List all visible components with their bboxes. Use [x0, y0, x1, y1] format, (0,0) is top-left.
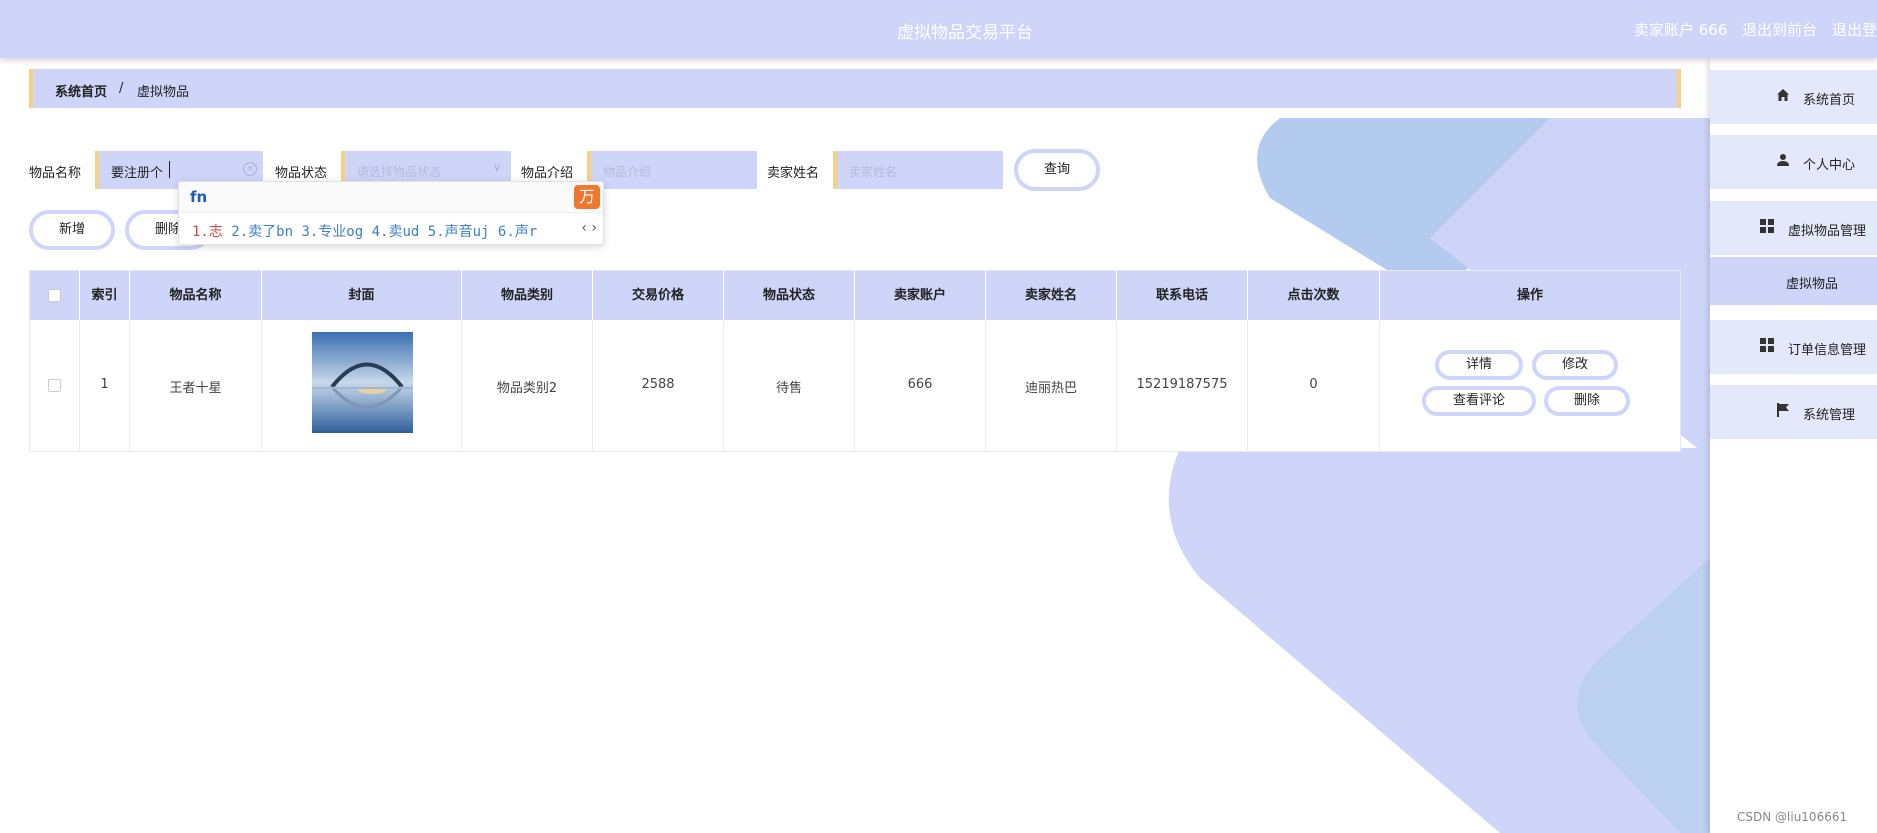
- select-all-cell: [30, 271, 80, 320]
- flag-icon: [1777, 403, 1789, 417]
- name-cell: 王者十星: [130, 320, 262, 452]
- status-label: 物品状态: [275, 166, 328, 181]
- grid-icon: [1760, 219, 1774, 233]
- clear-icon[interactable]: ×: [243, 162, 257, 176]
- ime-candidates: 1.志 2.卖了bn 3.专业og 4.卖ud 5.声音uj 6.声r: [192, 221, 537, 241]
- intro-placeholder: 物品介绍: [603, 165, 652, 179]
- col-header: 交易价格: [593, 271, 724, 320]
- col-header: 联系电话: [1117, 271, 1248, 320]
- col-header: 卖家姓名: [986, 271, 1117, 320]
- category-cell: 物品类别2: [462, 320, 593, 452]
- ime-candidate[interactable]: 1.志: [192, 224, 223, 240]
- ime-candidate[interactable]: 6.声r: [498, 224, 537, 240]
- sidebar-item-system-mgmt[interactable]: 系统管理: [1710, 385, 1877, 439]
- ime-candidate[interactable]: 4.卖ud: [372, 224, 420, 240]
- sidebar-subitem-virtual-goods[interactable]: 虚拟物品: [1710, 257, 1877, 305]
- intro-label: 物品介绍: [521, 166, 574, 181]
- ops-cell: 详情 修改 查看评论 删除: [1380, 320, 1680, 452]
- detail-button[interactable]: 详情: [1435, 350, 1523, 380]
- intro-input[interactable]: 物品介绍: [587, 151, 757, 189]
- ime-page-nav-icon[interactable]: ‹ ›: [581, 220, 597, 236]
- watermark: CSDN @liu106661: [1737, 810, 1848, 824]
- edit-button[interactable]: 修改: [1532, 350, 1618, 380]
- app-title: 虚拟物品交易平台: [897, 23, 1033, 43]
- user-icon: [1777, 154, 1789, 166]
- col-header: 物品类别: [462, 271, 593, 320]
- seller-label: 卖家姓名: [767, 166, 820, 181]
- text-caret: [169, 161, 170, 178]
- back-to-front-link[interactable]: 退出到前台: [1742, 19, 1817, 40]
- ime-composition: fn: [190, 188, 208, 206]
- breadcrumb-home[interactable]: 系统首页: [55, 81, 107, 100]
- breadcrumb-separator: /: [119, 81, 124, 96]
- breadcrumb-current: 虚拟物品: [137, 85, 190, 100]
- sidebar-item-orders-mgmt[interactable]: 订单信息管理: [1710, 320, 1877, 374]
- add-button[interactable]: 新增: [29, 210, 115, 250]
- sidebar-item-profile[interactable]: 个人中心: [1710, 135, 1877, 189]
- cover-image[interactable]: [312, 332, 413, 433]
- clicks-cell: 0: [1248, 320, 1380, 452]
- col-header: 物品名称: [130, 271, 262, 320]
- logout-link[interactable]: 退出登: [1832, 19, 1877, 40]
- sidebar-item-virtual-goods-mgmt[interactable]: 虚拟物品管理: [1710, 201, 1877, 255]
- seller-name-cell: 迪丽热巴: [986, 320, 1117, 452]
- top-header: 虚拟物品交易平台 卖家账户 666 退出到前台 退出登: [0, 0, 1877, 58]
- sidebar: 系统首页 个人中心 虚拟物品管理 虚拟物品 订单信息管理 系统管理: [1710, 58, 1877, 833]
- status-placeholder: 请选择物品状态: [357, 165, 442, 179]
- col-header: 封面: [262, 271, 462, 320]
- index-cell: 1: [80, 320, 130, 452]
- phone-cell: 15219187575: [1117, 320, 1248, 452]
- query-button[interactable]: 查询: [1014, 149, 1100, 191]
- price-cell: 2588: [593, 320, 724, 452]
- row-checkbox[interactable]: [48, 379, 61, 392]
- ime-composition-bar: fn 万: [179, 182, 603, 213]
- col-header: 点击次数: [1248, 271, 1380, 320]
- grid-icon: [1760, 338, 1774, 352]
- col-header: 卖家账户: [855, 271, 986, 320]
- ime-candidate[interactable]: 3.专业og: [301, 224, 363, 240]
- name-input-value: 要注册个: [111, 166, 164, 181]
- ime-candidate-popup: fn 万 1.志 2.卖了bn 3.专业og 4.卖ud 5.声音uj 6.声r…: [178, 181, 604, 245]
- sidebar-item-home[interactable]: 系统首页: [1710, 70, 1877, 124]
- status-cell: 待售: [724, 320, 855, 452]
- table-header: 索引 物品名称 封面 物品类别 交易价格 物品状态 卖家账户 卖家姓名 联系电话…: [30, 271, 1680, 320]
- view-comments-button[interactable]: 查看评论: [1422, 386, 1536, 416]
- chevron-down-icon: ∨: [492, 161, 501, 174]
- col-header: 物品状态: [724, 271, 855, 320]
- ime-candidate[interactable]: 2.卖了bn: [231, 224, 293, 240]
- ime-candidate[interactable]: 5.声音uj: [428, 224, 490, 240]
- col-header: 操作: [1516, 288, 1543, 303]
- current-user: 卖家账户 666: [1634, 21, 1728, 39]
- seller-input[interactable]: 卖家姓名: [833, 151, 1003, 189]
- row-delete-button[interactable]: 删除: [1544, 386, 1630, 416]
- row-select-cell: [30, 320, 80, 452]
- cover-cell: [262, 320, 462, 452]
- items-table: 索引 物品名称 封面 物品类别 交易价格 物品状态 卖家账户 卖家姓名 联系电话…: [29, 270, 1681, 452]
- select-all-checkbox[interactable]: [48, 289, 61, 302]
- col-header: 索引: [80, 271, 130, 320]
- home-icon: [1777, 89, 1789, 101]
- ime-logo-icon: 万: [574, 185, 600, 209]
- seller-placeholder: 卖家姓名: [849, 165, 898, 179]
- seller-account-cell: 666: [855, 320, 986, 452]
- breadcrumb: 系统首页 / 虚拟物品: [29, 69, 1681, 108]
- name-label: 物品名称: [29, 166, 82, 181]
